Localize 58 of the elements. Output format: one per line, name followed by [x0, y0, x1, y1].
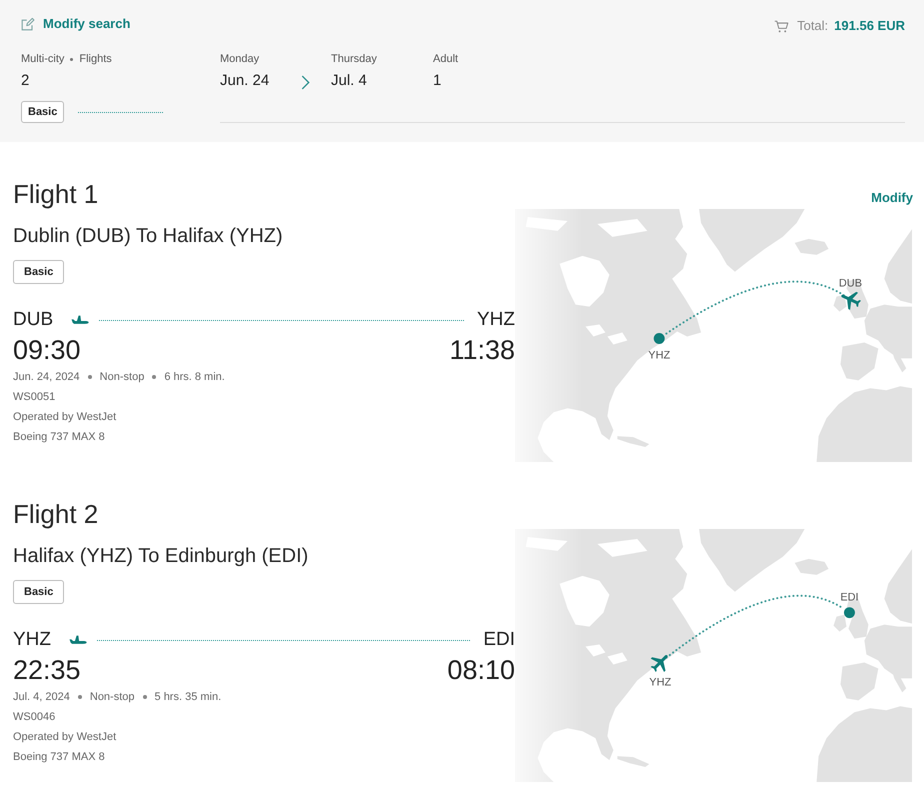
flight-title: Flight 1 — [13, 179, 98, 209]
weekday-label: Monday — [220, 52, 260, 66]
plane-icon — [841, 292, 861, 310]
route-title: Dublin (DUB) To Halifax (YHZ) — [13, 224, 284, 248]
flight-number: WS0046 — [13, 710, 56, 725]
cart-icon — [774, 20, 790, 32]
bullet-icon — [88, 375, 92, 379]
airport-label: DUB — [838, 278, 862, 290]
passenger-count: 1 — [433, 72, 442, 90]
arrival-time: 08:10 — [447, 655, 515, 685]
plane-icon — [71, 315, 90, 325]
location-dot-icon — [654, 333, 665, 344]
flight-date: Jun. 24, 2024 — [13, 370, 80, 385]
operator-text: Operated by WestJet — [13, 730, 118, 745]
bullet-icon — [78, 695, 82, 699]
chevron-icon — [301, 75, 310, 90]
trip-type-label: Multi-city — [21, 52, 64, 66]
passenger-label: Adult — [433, 52, 458, 66]
duration-text: 6 hrs. 8 min. — [164, 370, 225, 385]
segments-count: 2 — [21, 72, 30, 90]
bullet-icon — [142, 695, 147, 699]
date-value: Jun. 24 — [220, 72, 270, 90]
total-label: Total: — [797, 18, 828, 34]
flight-number: WS0051 — [13, 390, 56, 405]
bullet-icon — [152, 375, 156, 379]
plane-icon — [650, 655, 668, 672]
route-title: Halifax (YHZ) To Edinburgh (EDI) — [13, 544, 310, 568]
airport-label: YHZ — [648, 349, 670, 362]
stops-text: Non-stop — [100, 370, 144, 385]
airport-label: YHZ — [649, 676, 672, 688]
operator-text: Operated by WestJet — [13, 410, 118, 425]
bullet-icon — [70, 58, 74, 60]
stops-text: Non-stop — [90, 690, 135, 705]
edit-icon — [21, 17, 35, 31]
duration-text: 5 hrs. 35 min. — [154, 690, 222, 705]
modify-link[interactable]: Modify — [871, 190, 913, 206]
flight-date: Jul. 4, 2024 — [13, 690, 70, 705]
aircraft-text: Boeing 737 MAX 8 — [13, 750, 106, 765]
flight-title: Flight 2 — [13, 499, 98, 529]
arrival-time: 11:38 — [449, 335, 515, 365]
date-value: Jul. 4 — [331, 72, 368, 90]
airport-code: YHZ — [477, 309, 515, 331]
fare-badge: Basic — [13, 580, 64, 604]
fare-badge: Basic — [21, 101, 64, 123]
airport-code: DUB — [13, 309, 54, 331]
departure-time: 22:35 — [13, 655, 81, 685]
modify-search-link[interactable]: Modify search — [21, 15, 130, 33]
airport-label: EDI — [840, 592, 859, 604]
aircraft-text: Boeing 737 MAX 8 — [13, 430, 106, 445]
airport-code: YHZ — [13, 629, 51, 651]
total-amount: 191.56 EUR — [834, 18, 905, 34]
location-dot-icon — [844, 607, 855, 618]
fare-badge: Basic — [13, 260, 64, 284]
airport-code: EDI — [483, 629, 515, 651]
plane-icon — [69, 635, 87, 645]
departure-time: 09:30 — [13, 335, 81, 365]
segments-label: Flights — [79, 52, 112, 66]
weekday-label: Thursday — [331, 52, 378, 66]
